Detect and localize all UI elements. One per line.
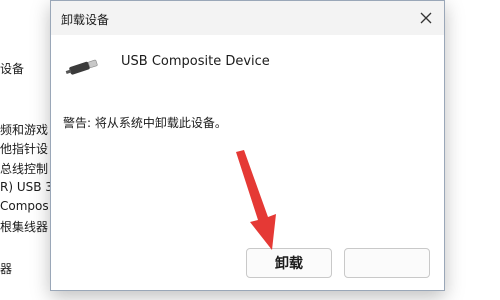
tree-item[interactable]: 设备 (0, 60, 52, 77)
tree-item[interactable]: 他指针设 (0, 140, 52, 157)
close-icon (420, 12, 432, 24)
dialog-content: USB Composite Device 警告: 将从系统中卸载此设备。 卸载 (51, 35, 444, 290)
uninstall-device-dialog: 卸载设备 USB Composite Device 警告: 将从系统中卸载此设备… (50, 0, 445, 291)
usb-device-icon (65, 59, 98, 75)
tree-item[interactable]: 总线控制 (0, 160, 52, 177)
tree-item[interactable]: 根集线器 (0, 218, 52, 235)
dialog-title: 卸载设备 (61, 13, 110, 27)
tree-item[interactable]: Compos (0, 199, 52, 213)
uninstall-button[interactable]: 卸载 (246, 248, 332, 278)
close-button[interactable] (408, 1, 444, 35)
cancel-button[interactable] (344, 248, 430, 278)
tree-item[interactable]: 器 (0, 260, 52, 277)
tree-item[interactable]: 频和游戏 (0, 121, 52, 138)
device-name: USB Composite Device (121, 54, 270, 69)
tree-item[interactable]: R) USB 3 (0, 180, 52, 194)
warning-text: 警告: 将从系统中卸载此设备。 (63, 116, 227, 130)
dialog-titlebar: 卸载设备 (51, 1, 444, 35)
